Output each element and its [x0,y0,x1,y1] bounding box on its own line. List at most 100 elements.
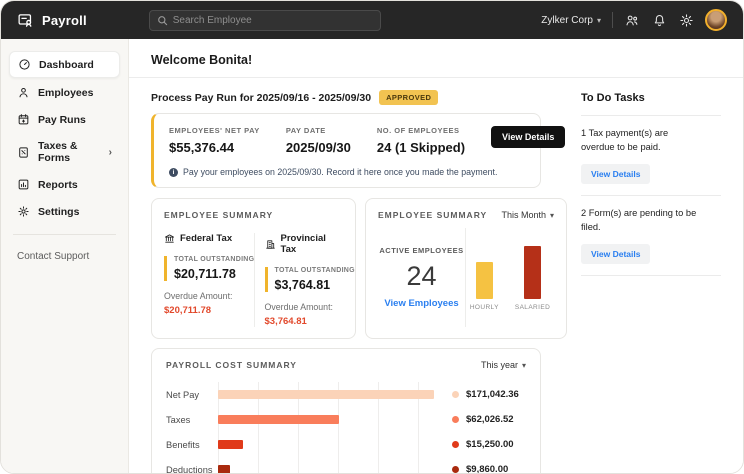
card-title: PAYROLL COST SUMMARY [166,360,297,370]
main-content: Welcome Bonita! Process Pay Run for 2025… [129,39,743,474]
overdue-label: Overdue Amount: [164,291,246,301]
federal-tax-block: Federal Tax TOTAL OUTSTANDING $20,711.78… [164,233,254,327]
deductions-bar [218,465,230,474]
view-details-button[interactable]: View Details [581,244,650,264]
chart-row-benefits: Benefits $15,250.00 [166,432,526,457]
sidebar-item-pay-runs[interactable]: Pay Runs [9,107,120,132]
total-outstanding-value: $3,764.81 [275,278,344,292]
payrun-title: Process Pay Run for 2025/09/16 - 2025/09… [151,92,371,104]
org-switcher[interactable]: Zylker Corp [541,15,601,26]
sidebar-divider [13,234,116,235]
category-label: Benefits [166,440,218,450]
total-outstanding-label: TOTAL OUTSTANDING [275,267,344,274]
view-employees-link[interactable]: View Employees [384,298,458,309]
bar-chart-icon [17,178,30,191]
legend-value: $171,042.36 [466,389,519,400]
legend-entry: $62,026.52 [434,414,526,425]
user-avatar[interactable] [705,9,727,31]
stat-net-pay: EMPLOYEES' NET PAY $55,376.44 [169,126,260,155]
legend-value: $62,026.52 [466,414,514,425]
divider [581,195,721,196]
sidebar-item-reports[interactable]: Reports [9,172,120,197]
active-employees-label: ACTIVE EMPLOYEES [379,246,463,255]
sidebar-item-label: Employees [38,87,93,99]
sidebar-item-label: Reports [38,179,78,191]
legend-entry: $171,042.36 [434,389,526,400]
chart-row-net-pay: Net Pay $171,042.36 [166,382,526,407]
notifications-bell-icon[interactable] [651,12,667,28]
sidebar-item-taxes-forms[interactable]: Taxes & Forms [9,134,120,170]
chart-row-taxes: Taxes $62,026.52 [166,407,526,432]
card-title: EMPLOYEE SUMMARY [164,210,343,220]
payrun-header: Process Pay Run for 2025/09/16 - 2025/09… [151,90,567,105]
employee-summary-card: EMPLOYEE SUMMARY This Month ACTIVE EMPLO… [365,198,567,339]
provincial-tax-block: Provincial Tax TOTAL OUTSTANDING $3,764.… [254,233,344,327]
category-label: Deductions [166,465,218,474]
overdue-label: Overdue Amount: [265,302,344,312]
employee-search[interactable] [149,10,381,31]
info-icon [169,168,178,177]
contact-support-link[interactable]: Contact Support [9,245,120,268]
sidebar-item-label: Dashboard [39,59,94,71]
legend-dot [452,391,459,398]
legend-entry: $9,860.00 [434,464,526,474]
app-window: Payroll Zylker Corp [0,0,744,474]
payroll-logo-icon [17,12,34,29]
search-icon [157,15,168,26]
bank-icon [164,233,175,244]
sidebar-item-employees[interactable]: Employees [9,80,120,105]
view-details-button[interactable]: View Details [581,164,650,184]
period-dropdown[interactable]: This Month [501,210,554,220]
sidebar-item-label: Settings [38,206,79,218]
total-outstanding-block: TOTAL OUTSTANDING $20,711.78 [164,256,246,281]
stat-pay-date: PAY DATE 2025/09/30 [286,126,351,155]
search-input[interactable] [173,15,373,26]
todo-title: To Do Tasks [581,92,721,104]
overdue-amount: $3,764.81 [265,316,344,327]
stat-label: PAY DATE [286,126,351,135]
payment-info-note: Pay your employees on 2025/09/30. Record… [169,167,526,177]
todo-panel: To Do Tasks 1 Tax payment(s) are overdue… [567,78,743,474]
info-text: Pay your employees on 2025/09/30. Record… [183,167,497,177]
dashboard-icon [18,58,31,71]
stat-label: NO. OF EMPLOYEES [377,126,465,135]
bar-label-hourly: HOURLY [470,304,499,311]
todo-task-tax-payments: 1 Tax payment(s) are overdue to be paid.… [581,127,721,184]
topbar-divider [612,12,613,28]
net-pay-bar [218,390,434,399]
todo-task-forms: 2 Form(s) are pending to be filed. View … [581,207,721,264]
period-value: This year [481,360,518,370]
benefits-bar [218,440,243,449]
payroll-cost-chart: Net Pay $171,042.36 Taxes [166,382,526,474]
app-logo: Payroll [17,12,87,29]
chevron-down-icon [550,210,554,220]
chevron-right-icon [109,146,112,158]
view-details-button[interactable]: View Details [491,126,565,148]
total-outstanding-value: $20,711.78 [174,267,246,281]
building-icon [265,239,276,250]
period-dropdown[interactable]: This year [481,360,526,370]
tax-name: Provincial Tax [281,233,344,255]
referral-users-icon[interactable] [624,12,640,28]
sidebar-item-label: Pay Runs [38,114,86,126]
tax-name: Federal Tax [180,233,232,244]
person-icon [17,86,30,99]
legend-dot [452,441,459,448]
category-label: Taxes [166,415,218,425]
task-text: 1 Tax payment(s) are overdue to be paid. [581,127,699,155]
sidebar: Dashboard Employees Pay Runs [1,39,129,474]
sidebar-item-settings[interactable]: Settings [9,199,120,224]
chart-row-deductions: Deductions $9,860.00 [166,457,526,474]
status-badge: APPROVED [379,90,438,105]
welcome-header: Welcome Bonita! [129,39,743,78]
total-outstanding-block: TOTAL OUTSTANDING $3,764.81 [265,267,344,292]
topbar-right: Zylker Corp [541,9,727,31]
sidebar-item-label: Taxes & Forms [38,140,101,164]
settings-gear-icon[interactable] [678,12,694,28]
stat-value: 24 (1 Skipped) [377,140,465,155]
period-value: This Month [501,210,546,220]
calendar-icon [17,113,30,126]
stat-value: 2025/09/30 [286,140,351,155]
card-title: EMPLOYEE SUMMARY [378,210,487,220]
sidebar-item-dashboard[interactable]: Dashboard [9,51,120,78]
